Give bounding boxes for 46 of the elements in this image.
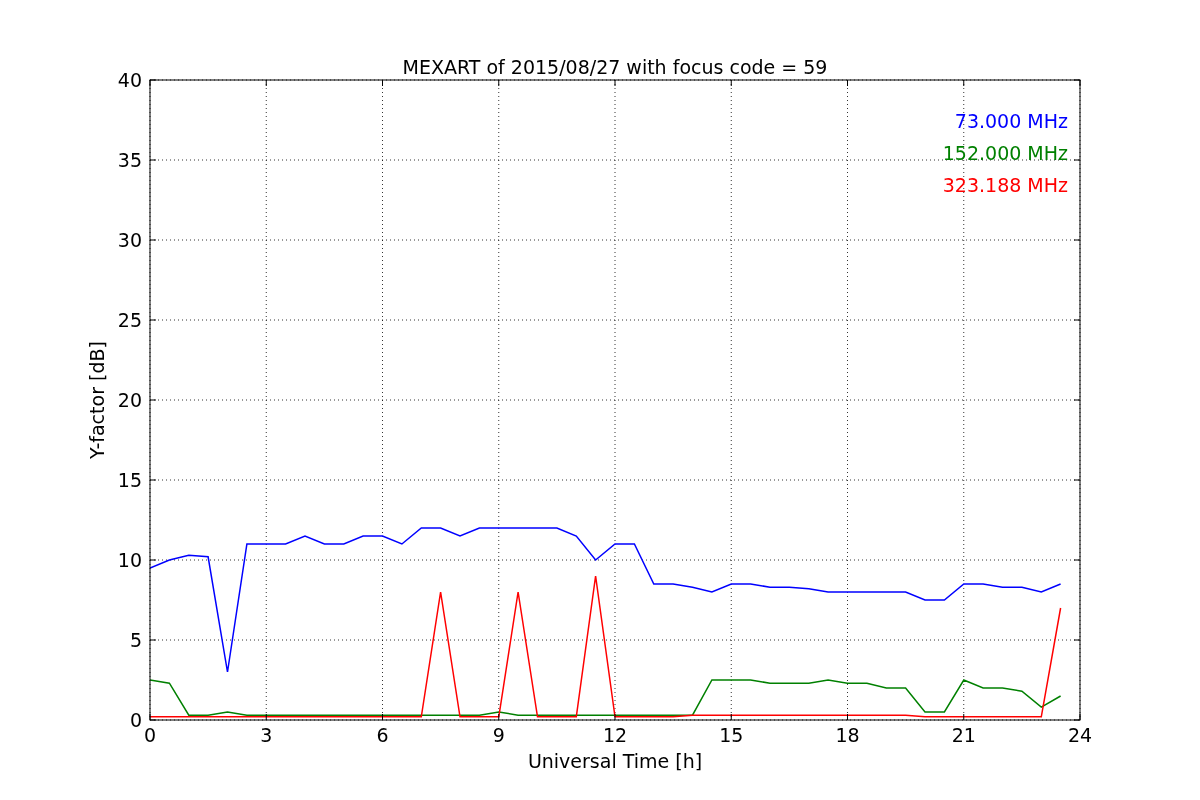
legend-label: 73.000 MHz (954, 110, 1068, 132)
tick-label: 5 (129, 629, 142, 651)
tick-label: 35 (117, 149, 142, 171)
tick-label: 20 (117, 389, 142, 411)
tick-label: 0 (129, 709, 142, 731)
tick-label: 40 (117, 69, 142, 91)
tick-mark (149, 639, 157, 641)
tick-mark (382, 79, 383, 87)
legend-label: 152.000 MHz (942, 142, 1068, 164)
tick-label: 9 (492, 724, 505, 746)
tick-label: 18 (835, 724, 860, 746)
tick-label: 21 (951, 724, 976, 746)
tick-mark (498, 79, 500, 87)
tick-label: 25 (117, 309, 142, 331)
tick-mark (149, 239, 157, 241)
tick-mark (1073, 319, 1081, 321)
tick-label: 15 (719, 724, 744, 746)
tick-mark (1073, 479, 1081, 481)
tick-mark (149, 479, 157, 481)
tick-mark (963, 79, 965, 87)
tick-mark (149, 399, 157, 401)
tick-label: 6 (376, 724, 389, 746)
tick-label: 3 (260, 724, 273, 746)
tick-mark (1073, 559, 1081, 561)
tick-label: 12 (602, 724, 628, 746)
tick-mark (1073, 639, 1081, 641)
tick-label: 10 (117, 549, 142, 571)
tick-label: 30 (117, 229, 142, 251)
tick-mark (614, 79, 616, 87)
axis-title: Universal Time [h] (527, 750, 703, 772)
axis-title: Y-factor [dB] (86, 341, 108, 459)
tick-mark (847, 79, 848, 87)
legend-label: 323.188 MHz (942, 174, 1068, 196)
tick-mark (1073, 159, 1081, 161)
tick-mark (498, 713, 500, 721)
tick-mark (1073, 399, 1081, 401)
tick-label: 0 (143, 724, 157, 746)
tick-mark (149, 559, 157, 561)
tick-mark (1073, 239, 1081, 241)
tick-mark (265, 79, 267, 87)
chart-title: MEXART of 2015/08/27 with focus code = 59 (402, 56, 828, 78)
tick-label: 24 (1067, 724, 1093, 746)
tick-mark (149, 319, 157, 321)
tick-label: 15 (117, 469, 142, 491)
tick-mark (730, 79, 732, 87)
tick-mark (149, 159, 157, 161)
